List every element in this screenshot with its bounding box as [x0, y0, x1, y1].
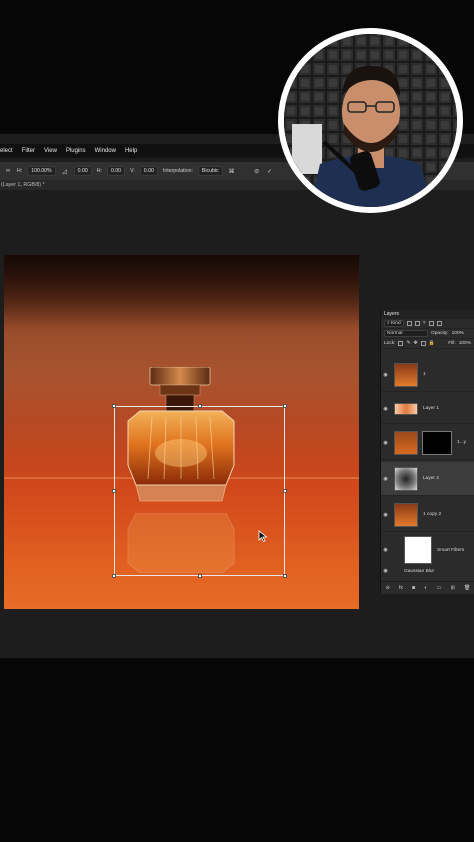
lock-transparency-icon[interactable] — [398, 341, 404, 346]
filter-name: Gaussian Blur — [404, 568, 435, 574]
add-mask-icon[interactable]: ◙ — [412, 585, 415, 591]
fill-value[interactable]: 100% — [459, 341, 471, 346]
menu-help[interactable]: Help — [125, 148, 137, 154]
visibility-eye-icon[interactable]: ◉ — [381, 547, 390, 553]
layer-thumbnail — [394, 430, 418, 455]
visibility-eye-icon[interactable]: ◉ — [381, 440, 390, 446]
lock-artboard-icon[interactable] — [420, 341, 426, 346]
commit-transform-icon[interactable]: ✓ — [266, 167, 274, 175]
link-icon[interactable]: ∞ — [4, 167, 12, 175]
filter-pixel-icon[interactable] — [406, 321, 412, 326]
lock-position-icon[interactable]: ✥ — [414, 341, 418, 346]
visibility-eye-icon[interactable]: ◉ — [381, 476, 390, 482]
transform-handle-left[interactable] — [112, 489, 116, 493]
group-icon[interactable]: ▭ — [437, 585, 442, 591]
smart-filters-label: Smart Filters — [437, 547, 465, 553]
layer-thumbnail — [394, 502, 418, 527]
transform-handle-top-right[interactable] — [283, 404, 287, 408]
layers-panel: Layers ⌕ Kind T Normal Opacity: 100% Loc… — [380, 310, 474, 594]
menu-select[interactable]: elect — [0, 148, 13, 154]
menu-window[interactable]: Window — [95, 148, 116, 154]
layer-row-selected[interactable]: ◉ Layer 2 — [381, 462, 474, 496]
blend-mode-select[interactable]: Normal — [384, 330, 428, 337]
new-layer-icon[interactable]: ⊞ — [451, 585, 455, 591]
layer-name: Layer 1 — [423, 406, 439, 411]
lock-row: Lock: ✎ ✥ 🔒 Fill: 100% — [381, 339, 474, 349]
layer-name: Layer 2 — [423, 476, 439, 481]
filter-row[interactable]: ◉ Gaussian Blur — [381, 566, 474, 576]
transform-handle-bottom[interactable] — [198, 574, 202, 578]
adjustment-layer-icon[interactable]: ◐ — [424, 585, 427, 591]
filter-type-icon[interactable]: T — [423, 321, 426, 326]
link-layers-icon[interactable]: ⊝ — [386, 585, 390, 591]
presenter-photo — [284, 34, 457, 207]
transform-bounding-box[interactable] — [112, 404, 287, 578]
filter-adjustment-icon[interactable] — [414, 321, 420, 326]
layer-style-icon[interactable]: fx — [399, 585, 403, 591]
visibility-eye-icon[interactable]: ◉ — [381, 512, 390, 518]
kind-label: Kind — [391, 321, 401, 326]
angle-icon: ◿ — [62, 168, 67, 175]
lock-label: Lock: — [384, 341, 396, 346]
delete-layer-icon[interactable]: 🗑 — [464, 585, 470, 591]
h-skew-field[interactable]: 0.00 — [106, 166, 126, 176]
height-field[interactable]: 100.00% — [27, 166, 56, 176]
filter-smart-icon[interactable] — [436, 321, 442, 326]
filter-kind-select[interactable]: ⌕ Kind — [384, 320, 404, 327]
v-skew-label: V: — [130, 168, 135, 174]
layer-thumbnail — [394, 362, 418, 387]
transform-handle-bottom-left[interactable] — [112, 574, 116, 578]
transform-handle-top[interactable] — [198, 404, 202, 408]
visibility-eye-icon[interactable]: ◉ — [381, 568, 390, 574]
visibility-eye-icon[interactable]: ◉ — [381, 372, 390, 378]
canvas-shade — [4, 255, 359, 325]
blend-row: Normal Opacity: 100% — [381, 329, 474, 339]
cancel-transform-icon[interactable]: ⊘ — [253, 167, 261, 175]
menu-plugins[interactable]: Plugins — [66, 148, 86, 154]
layer-name: 1...y — [457, 440, 467, 445]
menu-filter[interactable]: Filter — [22, 148, 35, 154]
layer-row[interactable]: ◉ 1...y — [381, 426, 474, 460]
layer-row[interactable]: ◉ 1 — [381, 358, 474, 392]
interpolation-select[interactable]: Bicubic — [197, 166, 223, 176]
transform-handle-right[interactable] — [283, 489, 287, 493]
mouse-pointer-icon — [258, 530, 268, 542]
lock-paint-icon[interactable]: ✎ — [406, 341, 410, 346]
height-label: H: — [17, 168, 23, 174]
layer-thumbnail — [394, 402, 418, 415]
transform-handle-top-left[interactable] — [112, 404, 116, 408]
fill-label: Fill: — [448, 341, 456, 346]
angle-field[interactable]: 0.00 — [73, 166, 92, 176]
warp-icon[interactable]: ⌘ — [228, 167, 236, 175]
layer-thumbnail — [394, 466, 418, 491]
layers-panel-title: Layers — [381, 310, 474, 319]
layers-filter-row: ⌕ Kind T — [381, 319, 474, 329]
filter-shape-icon[interactable] — [428, 321, 434, 326]
smart-filter-mask-thumbnail[interactable] — [404, 536, 432, 564]
opacity-label: Opacity: — [431, 331, 449, 336]
menu-view[interactable]: View — [44, 148, 57, 154]
v-skew-field[interactable]: 0.00 — [139, 166, 158, 176]
interpolation-label: Interpolation: — [162, 168, 193, 174]
layer-row[interactable]: ◉ 1 copy 2 — [381, 498, 474, 532]
visibility-eye-icon[interactable]: ◉ — [381, 406, 390, 412]
layer-name: 1 — [423, 372, 426, 377]
transform-handle-bottom-right[interactable] — [283, 574, 287, 578]
layer-name: 1 copy 2 — [423, 512, 442, 517]
layers-bottom-bar: ⊝ fx ◙ ◐ ▭ ⊞ 🗑 — [381, 581, 474, 594]
h-skew-label: H: — [96, 168, 102, 174]
layer-mask-thumbnail[interactable] — [422, 430, 452, 455]
lock-all-icon[interactable]: 🔒 — [429, 341, 435, 346]
presenter-webcam-avatar — [278, 28, 463, 213]
opacity-value[interactable]: 100% — [452, 331, 464, 336]
smart-filters-row[interactable]: ◉ Smart Filters — [381, 534, 474, 566]
layer-row[interactable]: ◉ Layer 1 — [381, 394, 474, 424]
